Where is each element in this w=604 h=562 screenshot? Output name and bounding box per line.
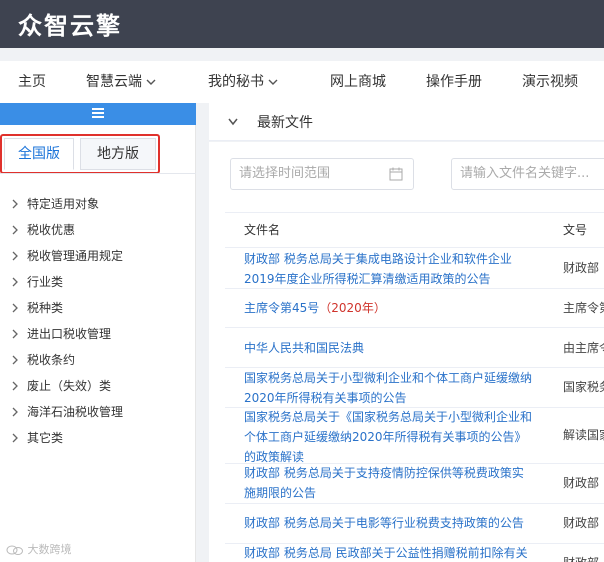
keyword-search-input[interactable]: 请输入文件名关键字... [451, 158, 604, 190]
tree-item[interactable]: 废止（失效）类 [0, 373, 196, 399]
chevron-down-icon [146, 79, 156, 85]
wechat-icon [6, 545, 23, 555]
nav-item-demo-video[interactable]: 演示视频 [522, 61, 578, 103]
tree-item-label: 税收管理通用规定 [27, 249, 124, 263]
date-range-input[interactable]: 请选择时间范围 [230, 158, 414, 190]
file-name-link[interactable]: 主席令第45号（2020年） [244, 298, 534, 318]
table-row[interactable]: 国家税务总局关于小型微利企业和个体工商户延缓缴纳2020年所得税有关事项的公告 … [225, 368, 604, 408]
nav-item-home[interactable]: 主页 [18, 61, 46, 103]
main-nav: 主页 智慧云端 我的秘书 网上商城 操作手册 演示视频 [0, 61, 604, 103]
nav-label: 我的秘书 [208, 74, 264, 90]
tree-item-label: 废止（失效）类 [27, 379, 112, 393]
column-header-number[interactable]: 文号 [563, 213, 587, 247]
file-name-link[interactable]: 中华人民共和国民法典 [244, 338, 534, 358]
nav-item-online-mall[interactable]: 网上商城 [330, 61, 386, 103]
tree-item-label: 税收条约 [27, 353, 76, 367]
nav-label: 主页 [18, 74, 46, 90]
tree-item[interactable]: 税收管理通用规定 [0, 243, 196, 269]
tree-item[interactable]: 税收优惠 [0, 217, 196, 243]
watermark: 大数跨境 [6, 541, 72, 557]
tab-local[interactable]: 地方版 [80, 138, 156, 170]
sidebar: 全国版 地方版 特定适用对象 税收优惠 税收管理通用规定 行业类 税种类 进出口… [0, 103, 196, 562]
tree-item[interactable]: 其它类 [0, 425, 196, 451]
chevron-right-icon [12, 199, 18, 209]
tree-item-label: 税种类 [27, 301, 64, 315]
table-row[interactable]: 财政部 税务总局关于集成电路设计企业和软件企业2019年度企业所得税汇算清缴适用… [225, 248, 604, 289]
panel-title: 最新文件 [257, 115, 313, 131]
tree-item[interactable]: 行业类 [0, 269, 196, 295]
table-row[interactable]: 财政部 税务总局关于支持疫情防控保供等税费政策实施期限的公告 财政部 [225, 464, 604, 504]
tree-item-label: 行业类 [27, 275, 64, 289]
menu-icon [92, 108, 104, 118]
nav-label: 网上商城 [330, 74, 386, 90]
tree-item[interactable]: 税收条约 [0, 347, 196, 373]
chevron-right-icon [12, 225, 18, 235]
table-row[interactable]: 财政部 税务总局 民政部关于公益性捐赠税前扣除有关 财政部 [225, 544, 604, 562]
file-number: 国家税务 [563, 380, 604, 394]
chevron-right-icon [12, 329, 18, 339]
tree-item[interactable]: 海洋石油税收管理 [0, 399, 196, 425]
category-tree: 特定适用对象 税收优惠 税收管理通用规定 行业类 税种类 进出口税收管理 税收条… [0, 191, 196, 451]
tree-item-label: 特定适用对象 [27, 197, 100, 211]
tree-item[interactable]: 税种类 [0, 295, 196, 321]
file-name-link[interactable]: 财政部 税务总局关于支持疫情防控保供等税费政策实施期限的公告 [244, 463, 534, 503]
file-name-link[interactable]: 财政部 税务总局关于电影等行业税费支持政策的公告 [244, 513, 534, 533]
file-name-year: （2020年） [319, 301, 386, 315]
chevron-right-icon [12, 355, 18, 365]
chevron-down-icon[interactable] [227, 117, 239, 127]
tree-item-label: 其它类 [27, 431, 64, 445]
nav-item-smart-cloud[interactable]: 智慧云端 [86, 61, 156, 103]
file-number: 解读国家 [563, 428, 604, 442]
nav-label: 操作手册 [426, 74, 482, 90]
chevron-right-icon [12, 303, 18, 313]
tree-item[interactable]: 进出口税收管理 [0, 321, 196, 347]
file-name-link[interactable]: 财政部 税务总局关于集成电路设计企业和软件企业2019年度企业所得税汇算清缴适用… [244, 249, 534, 289]
watermark-text: 大数跨境 [27, 543, 72, 556]
chevron-down-icon [268, 79, 278, 85]
file-number: 财政部 [563, 476, 600, 490]
table-header: 文件名 文号 [225, 212, 604, 248]
file-table: 文件名 文号 财政部 税务总局关于集成电路设计企业和软件企业2019年度企业所得… [225, 212, 604, 562]
tab-divider [0, 173, 196, 174]
file-number: 财政部 [563, 553, 604, 562]
chevron-right-icon [12, 407, 18, 417]
tab-national[interactable]: 全国版 [4, 138, 74, 170]
chevron-right-icon [12, 433, 18, 443]
file-number: 由主席令 [563, 341, 604, 355]
table-row[interactable]: 主席令第45号（2020年） 主席令第 [225, 289, 604, 328]
chevron-right-icon [12, 251, 18, 261]
sidebar-toggle-button[interactable] [0, 103, 196, 125]
file-name-link[interactable]: 国家税务总局关于小型微利企业和个体工商户延缓缴纳2020年所得税有关事项的公告 [244, 368, 534, 408]
file-number: 财政部 [563, 516, 600, 530]
tree-item-label: 海洋石油税收管理 [27, 405, 124, 419]
nav-label: 智慧云端 [86, 74, 142, 90]
file-name-text: 主席令第45号 [244, 301, 320, 315]
calendar-icon [389, 167, 403, 181]
top-header: 众智云擎 [0, 0, 604, 48]
date-range-placeholder: 请选择时间范围 [239, 166, 331, 181]
table-row[interactable]: 中华人民共和国民法典 由主席令 [225, 328, 604, 368]
tree-item-label: 进出口税收管理 [27, 327, 112, 341]
keyword-placeholder: 请输入文件名关键字... [460, 166, 590, 181]
file-name-link[interactable]: 国家税务总局关于《国家税务总局关于小型微利企业和个体工商户延缓缴纳2020年所得… [244, 407, 534, 467]
tree-item-label: 税收优惠 [27, 223, 76, 237]
file-name-link[interactable]: 财政部 税务总局 民政部关于公益性捐赠税前扣除有关 [244, 543, 534, 562]
file-number: 财政部 [563, 261, 600, 275]
file-panel: 请选择时间范围 请输入文件名关键字... 文件名 文号 财政部 税务总局关于集成… [209, 142, 604, 562]
nav-item-manual[interactable]: 操作手册 [426, 61, 482, 103]
table-row[interactable]: 财政部 税务总局关于电影等行业税费支持政策的公告 财政部 [225, 504, 604, 544]
nav-label: 演示视频 [522, 74, 578, 90]
app-logo[interactable]: 众智云擎 [18, 6, 122, 41]
panel-header[interactable]: 最新文件 [209, 103, 604, 141]
version-tabs: 全国版 地方版 [0, 134, 160, 174]
column-header-name[interactable]: 文件名 [244, 213, 280, 247]
file-number: 主席令第 [563, 301, 604, 315]
nav-item-my-secretary[interactable]: 我的秘书 [208, 61, 278, 103]
chevron-right-icon [12, 381, 18, 391]
table-row[interactable]: 国家税务总局关于《国家税务总局关于小型微利企业和个体工商户延缓缴纳2020年所得… [225, 408, 604, 464]
chevron-right-icon [12, 277, 18, 287]
tree-item[interactable]: 特定适用对象 [0, 191, 196, 217]
